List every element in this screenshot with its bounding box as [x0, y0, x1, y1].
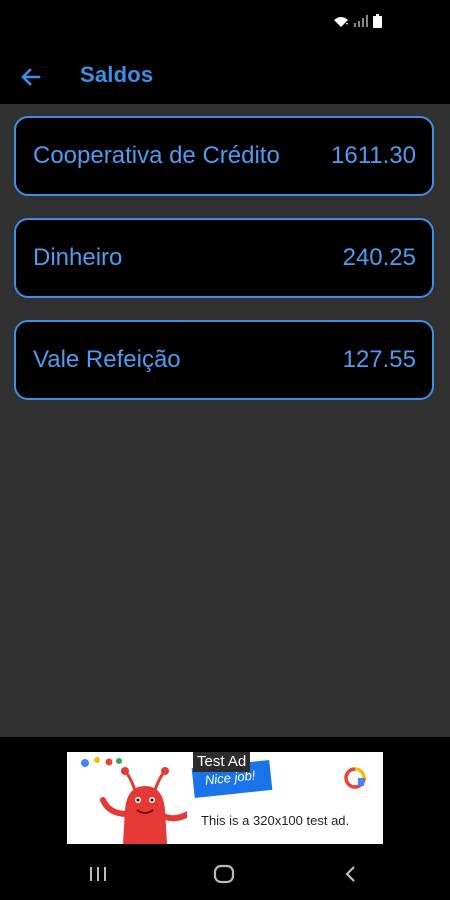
- status-icons: [333, 14, 382, 28]
- home-icon: [213, 864, 235, 884]
- test-ad-banner[interactable]: Nice job! Test Ad This is a 320x100 test…: [67, 752, 383, 844]
- page-title: Saldos: [80, 62, 154, 87]
- balance-label: Vale Refeição: [33, 346, 181, 373]
- wifi-icon: [334, 16, 348, 27]
- ad-text: This is a 320x100 test ad.: [201, 813, 350, 828]
- status-bar: [0, 0, 450, 48]
- home-button[interactable]: [204, 859, 244, 889]
- ads-logo-icon: [344, 767, 366, 789]
- system-nav-bar: [0, 847, 450, 900]
- recents-icon: [90, 867, 106, 881]
- back-nav-icon: [345, 866, 355, 882]
- test-ad-badge: Test Ad: [193, 752, 251, 772]
- app-bar: Saldos: [0, 48, 450, 104]
- red-monster-icon: [81, 757, 187, 844]
- balance-label: Cooperativa de Crédito: [33, 142, 280, 169]
- app-screen: Saldos Cooperativa de Crédito 1611.30 Di…: [0, 0, 450, 900]
- battery-icon: [373, 14, 382, 28]
- back-button[interactable]: [14, 60, 48, 94]
- balance-card-cooperativa[interactable]: Cooperativa de Crédito 1611.30: [14, 116, 434, 196]
- back-arrow-icon: [21, 68, 41, 86]
- recents-button[interactable]: [78, 859, 118, 889]
- balances-list: Cooperativa de Crédito 1611.30 Dinheiro …: [0, 104, 450, 737]
- signal-icon: [354, 15, 368, 27]
- ad-area: Nice job! Test Ad This is a 320x100 test…: [0, 737, 450, 847]
- balance-card-dinheiro[interactable]: Dinheiro 240.25: [14, 218, 434, 298]
- balance-value: 1611.30: [331, 142, 416, 169]
- balance-value: 127.55: [342, 346, 416, 373]
- balance-card-vale-refeicao[interactable]: Vale Refeição 127.55: [14, 320, 434, 400]
- balance-label: Dinheiro: [33, 244, 123, 271]
- nav-back-button[interactable]: [330, 859, 370, 889]
- balance-value: 240.25: [342, 244, 416, 271]
